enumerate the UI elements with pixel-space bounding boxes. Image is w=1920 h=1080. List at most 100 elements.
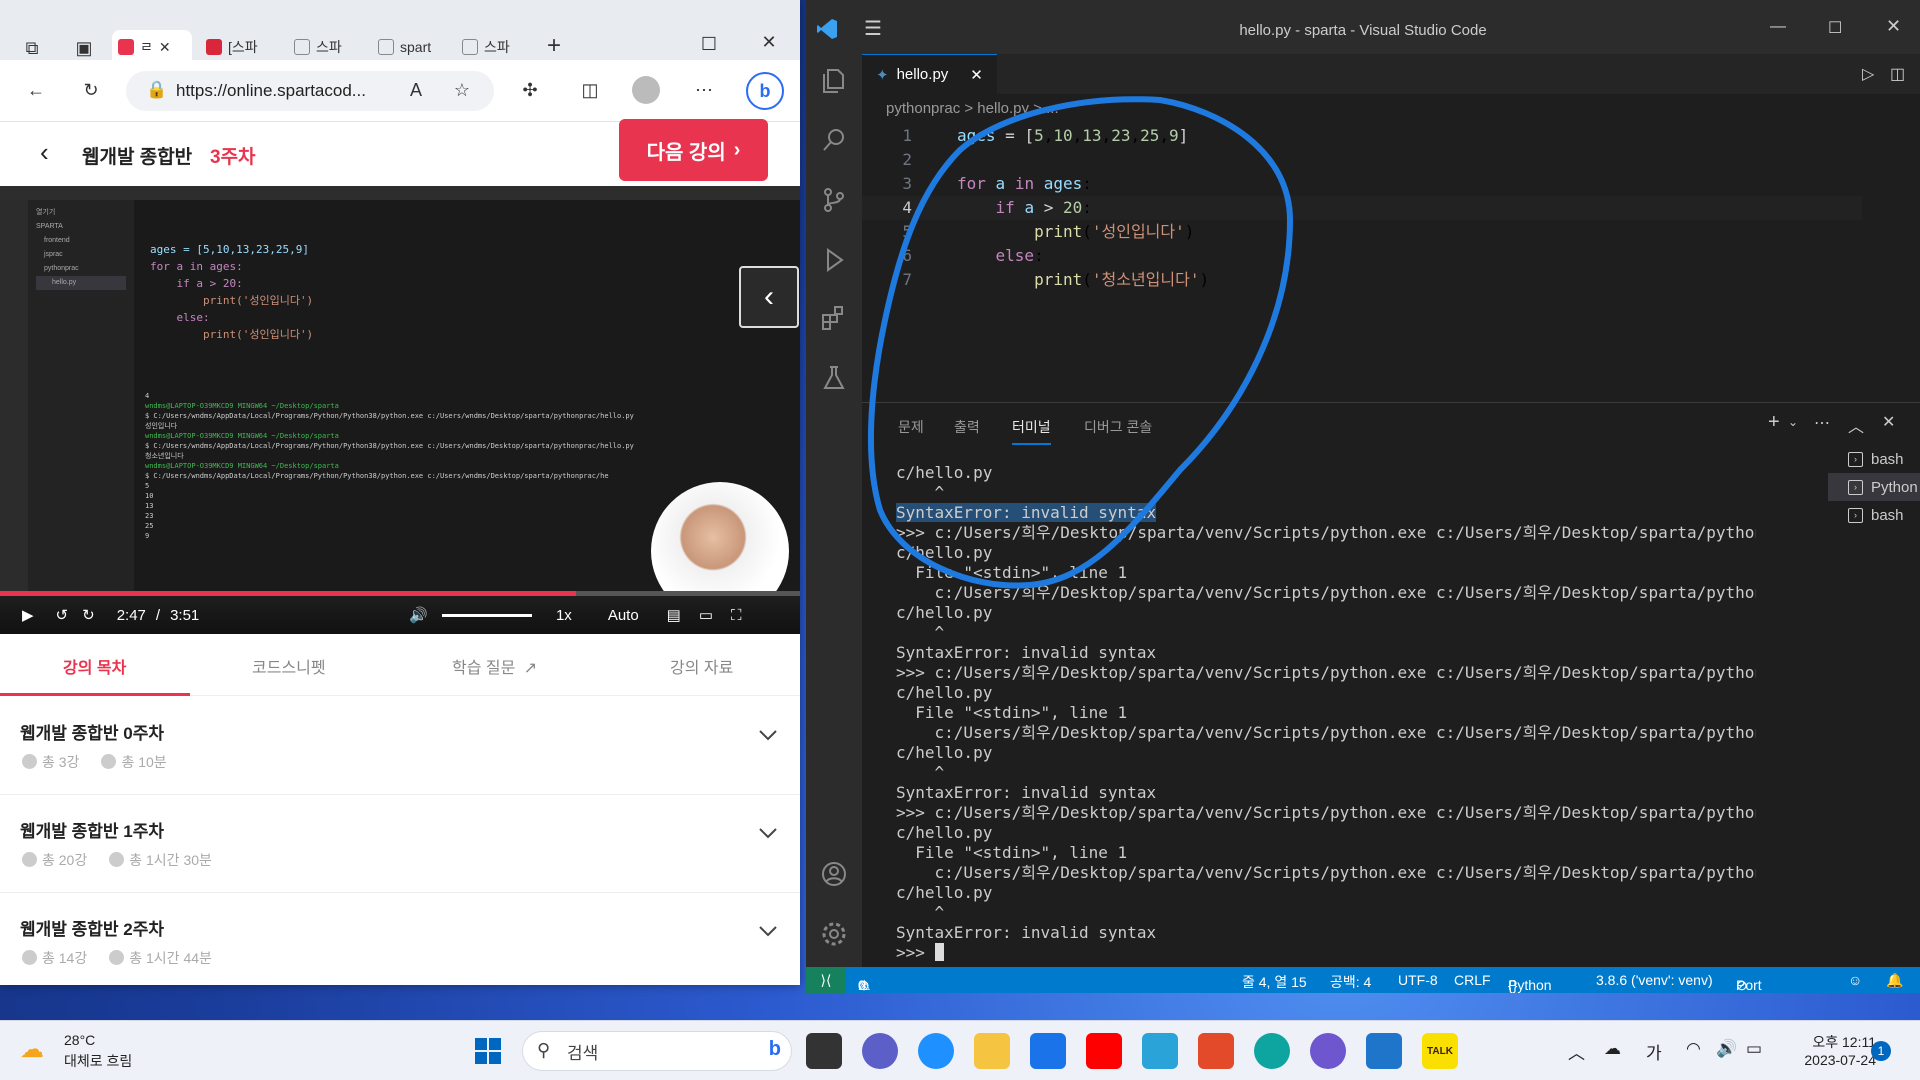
week-accordion-item[interactable]: 웹개발 종합반 2주차 총 14강 총 1시간 44분 xyxy=(0,893,800,985)
tab-lecture-list[interactable]: 강의 목차 xyxy=(63,654,126,678)
kakaotalk-icon[interactable]: TALK xyxy=(1422,1033,1458,1069)
wifi-icon[interactable]: ◠ xyxy=(1686,1039,1701,1059)
rewind-10-icon[interactable]: ↺ xyxy=(56,606,69,624)
python-interpreter[interactable]: 3.8.6 ('venv': venv) xyxy=(1596,972,1713,988)
chevron-down-icon[interactable] xyxy=(758,729,778,741)
minimize-icon[interactable]: — xyxy=(1770,18,1786,36)
workspaces-icon[interactable]: ⧉ xyxy=(18,34,46,62)
bing-chat-icon[interactable]: b xyxy=(746,72,784,110)
captions-icon[interactable]: ▤ xyxy=(667,606,681,624)
copilot-icon[interactable] xyxy=(918,1033,954,1069)
run-debug-icon[interactable] xyxy=(820,246,848,274)
breadcrumb[interactable]: pythonprac > hello.py > ... xyxy=(886,100,1059,117)
favorite-star-icon[interactable]: ☆ xyxy=(448,76,476,104)
forward-10-icon[interactable]: ↻ xyxy=(82,606,95,624)
tab-questions[interactable]: 학습 질문 ↗ xyxy=(452,654,537,678)
encoding[interactable]: UTF-8 xyxy=(1398,972,1438,988)
taskbar-search[interactable]: ⚲ 검색 b xyxy=(522,1031,792,1071)
week-accordion-item[interactable]: 웹개발 종합반 1주차 총 20강 총 1시간 30분 xyxy=(0,795,800,893)
testing-flask-icon[interactable] xyxy=(820,364,848,392)
back-icon[interactable]: ← xyxy=(22,76,50,104)
panel-tab-terminal[interactable]: 터미널 xyxy=(1012,417,1051,445)
eol[interactable]: CRLF xyxy=(1454,972,1491,988)
cursor-position[interactable]: 줄 4, 열 15 xyxy=(1242,972,1307,992)
quality-button[interactable]: Auto xyxy=(608,607,639,624)
extensions-icon[interactable]: ✣ xyxy=(516,76,544,104)
maximize-icon[interactable]: ☐ xyxy=(1828,18,1842,38)
url-field[interactable]: 🔒 https://online.spartacod... xyxy=(126,71,494,111)
browser-tab[interactable]: [스파 xyxy=(200,30,280,64)
feedback-icon[interactable]: ☺ xyxy=(1848,972,1862,988)
fullscreen-icon[interactable]: ⛶ xyxy=(731,607,742,624)
chevron-down-icon[interactable] xyxy=(758,827,778,839)
weather-cloud-icon[interactable]: ☁ xyxy=(20,1035,44,1064)
account-icon[interactable] xyxy=(820,860,848,888)
close-window-icon[interactable]: ✕ xyxy=(755,28,783,56)
edge-icon[interactable] xyxy=(1254,1033,1290,1069)
profile-avatar[interactable] xyxy=(632,76,660,104)
speed-button[interactable]: 1x xyxy=(556,607,572,624)
browser-tab[interactable]: 스파 xyxy=(288,30,368,64)
tab-actions-icon[interactable]: ▣ xyxy=(70,34,98,62)
start-windows-icon[interactable] xyxy=(470,1033,506,1069)
code-editor[interactable]: 1 ages = [5,10,13,23,25,9] 2 3 for a in … xyxy=(862,124,1920,402)
video-player[interactable]: 열기기 SPARTA frontend jsprac pythonprac he… xyxy=(0,186,800,634)
split-screen-icon[interactable]: ◫ xyxy=(576,76,604,104)
collapse-sidebar-button[interactable]: ‹ xyxy=(739,266,799,328)
weather-description[interactable]: 대체로 흐림 xyxy=(64,1051,132,1071)
new-terminal-icon[interactable]: + xyxy=(1768,411,1780,434)
source-control-icon[interactable] xyxy=(820,186,848,214)
terminal-list-item-selected[interactable]: › Python xyxy=(1828,473,1920,501)
chevron-down-icon[interactable] xyxy=(758,925,778,937)
pip-icon[interactable]: ▭ xyxy=(699,606,713,624)
app-icon[interactable] xyxy=(1310,1033,1346,1069)
search-icon[interactable] xyxy=(820,126,848,154)
panel-tab-debug-console[interactable]: 디버그 콘솔 xyxy=(1084,417,1152,437)
notifications-bell-icon[interactable]: 🔔 xyxy=(1886,972,1903,989)
indentation[interactable]: 공백: 4 xyxy=(1330,972,1371,992)
tab-code-snippets[interactable]: 코드스니펫 xyxy=(252,654,326,678)
teams-chat-icon[interactable] xyxy=(862,1033,898,1069)
run-python-icon[interactable]: ▷ xyxy=(1862,64,1874,84)
week-accordion-item[interactable]: 웹개발 종합반 0주차 총 3강 총 10분 xyxy=(0,697,800,795)
task-view-icon[interactable] xyxy=(806,1033,842,1069)
close-panel-icon[interactable]: ✕ xyxy=(1882,412,1895,432)
close-tab-icon[interactable]: ✕ xyxy=(159,39,171,56)
maximize-panel-icon[interactable]: ︿ xyxy=(1848,413,1864,437)
split-editor-icon[interactable]: ◫ xyxy=(1890,64,1905,84)
remote-desktop-icon[interactable] xyxy=(1142,1033,1178,1069)
next-lecture-button[interactable]: 다음 강의 › xyxy=(619,119,768,181)
terminal-list-item[interactable]: › bash xyxy=(1828,501,1920,529)
cloud-sync-icon[interactable]: ☁ xyxy=(1604,1039,1621,1059)
remote-icon[interactable]: ⟩⟨ xyxy=(806,967,846,993)
new-tab-icon[interactable]: + xyxy=(540,32,568,60)
panel-tab-problems[interactable]: 문제 xyxy=(898,417,924,437)
office-icon[interactable] xyxy=(1198,1033,1234,1069)
tab-materials[interactable]: 강의 자료 xyxy=(670,654,733,678)
more-icon[interactable]: ⋯ xyxy=(690,76,718,104)
settings-gear-icon[interactable] xyxy=(820,920,848,948)
browser-tab[interactable]: spart xyxy=(372,30,452,64)
back-chevron-icon[interactable]: ‹ xyxy=(40,137,49,168)
weather-temperature[interactable]: 28°C xyxy=(64,1032,95,1048)
show-hidden-icons-icon[interactable]: ︿ xyxy=(1568,1039,1585,1064)
extensions-icon[interactable] xyxy=(820,304,848,332)
browser-tab[interactable]: 스파 xyxy=(456,30,536,64)
ime-indicator[interactable]: 가 xyxy=(1646,1039,1662,1064)
read-aloud-icon[interactable]: A xyxy=(402,76,430,104)
maximize-icon[interactable]: ☐ xyxy=(695,30,723,58)
explorer-icon[interactable] xyxy=(820,66,848,94)
terminal-list-item[interactable]: › bash xyxy=(1828,445,1920,473)
clock-time[interactable]: 오후 12:11 xyxy=(1796,1032,1876,1052)
notification-badge[interactable]: 1 xyxy=(1871,1041,1891,1061)
chevron-down-icon[interactable]: ⌄ xyxy=(1788,415,1798,429)
volume-icon[interactable]: 🔊 xyxy=(1716,1039,1737,1059)
file-explorer-icon[interactable] xyxy=(974,1033,1010,1069)
close-window-icon[interactable]: ✕ xyxy=(1886,16,1901,37)
play-icon[interactable]: ▶ xyxy=(22,606,34,624)
volume-icon[interactable]: 🔊 xyxy=(409,606,428,624)
volume-slider[interactable] xyxy=(441,613,532,617)
editor-tab-hello-py[interactable]: ✦ hello.py ✕ xyxy=(862,54,997,94)
clock-date[interactable]: 2023-07-24 xyxy=(1786,1052,1876,1068)
more-icon[interactable]: ⋯ xyxy=(1814,413,1830,433)
